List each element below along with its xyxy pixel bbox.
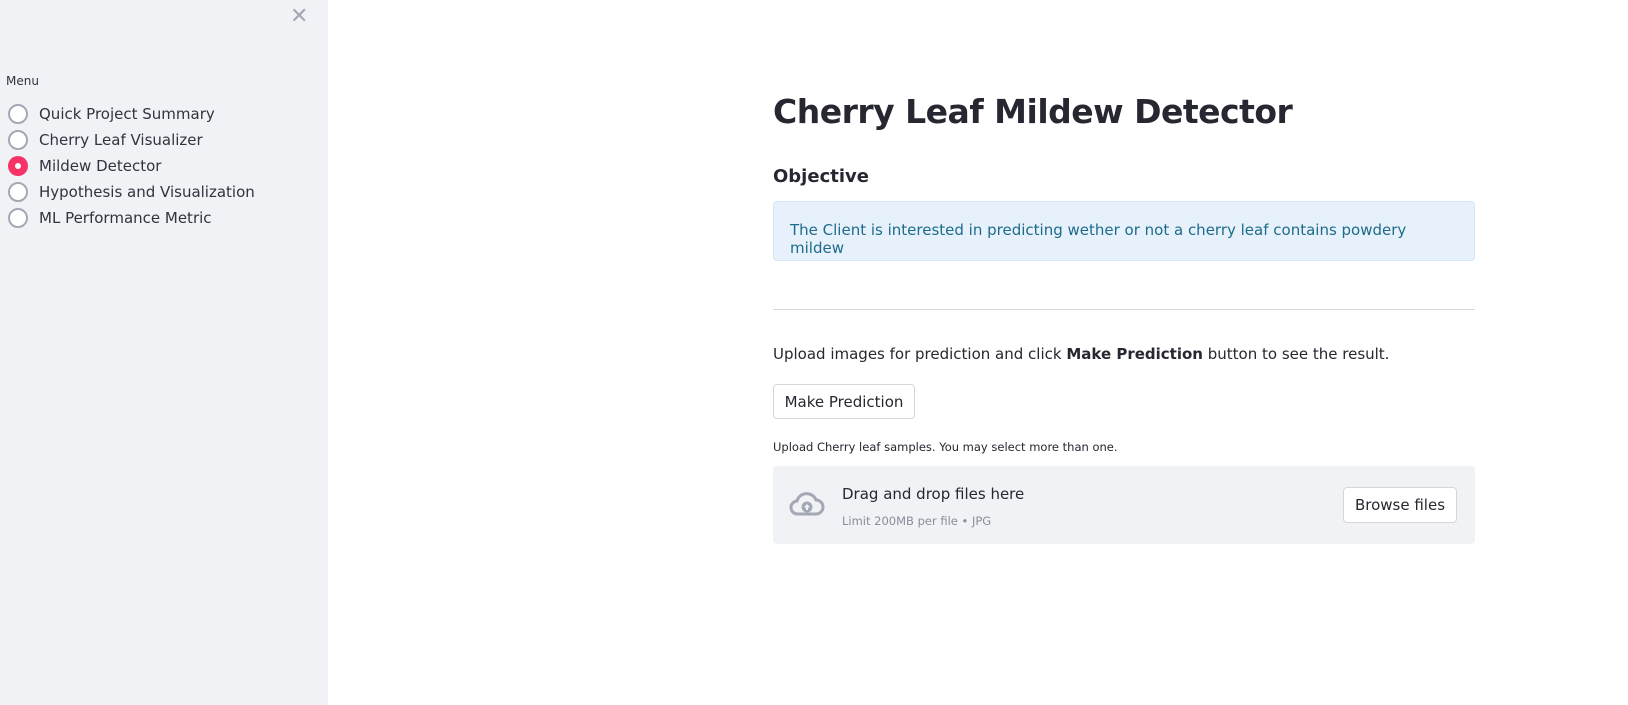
browse-files-button[interactable]: Browse files	[1343, 487, 1457, 523]
menu-item-label: Cherry Leaf Visualizer	[39, 131, 203, 149]
close-sidebar-icon[interactable]: ✕	[290, 4, 308, 29]
instruction-bold: Make Prediction	[1066, 345, 1203, 363]
sidebar: ✕ Menu Quick Project Summary Cherry Leaf…	[0, 0, 328, 705]
menu-label: Menu	[6, 74, 39, 88]
drop-title: Drag and drop files here	[842, 485, 1025, 503]
menu-item-hypothesis[interactable]: Hypothesis and Visualization	[8, 179, 255, 205]
menu-item-quick-project-summary[interactable]: Quick Project Summary	[8, 101, 255, 127]
menu-item-label: Hypothesis and Visualization	[39, 183, 255, 201]
page-title: Cherry Leaf Mildew Detector	[773, 92, 1293, 131]
drop-limit: Limit 200MB per file • JPG	[842, 514, 992, 528]
divider	[773, 309, 1475, 310]
objective-info-box: The Client is interested in predicting w…	[773, 201, 1475, 261]
instruction-pre: Upload images for prediction and click	[773, 345, 1067, 363]
radio-icon	[8, 104, 28, 124]
menu-item-label: Mildew Detector	[39, 157, 162, 175]
menu-item-ml-performance[interactable]: ML Performance Metric	[8, 205, 255, 231]
menu-item-mildew-detector[interactable]: Mildew Detector	[8, 153, 255, 179]
uploader-label: Upload Cherry leaf samples. You may sele…	[773, 440, 1118, 454]
radio-icon	[8, 182, 28, 202]
upload-cloud-icon	[789, 492, 825, 516]
instruction-post: button to see the result.	[1202, 345, 1390, 363]
file-dropzone[interactable]: Drag and drop files here Limit 200MB per…	[773, 466, 1475, 544]
objective-heading: Objective	[773, 166, 869, 187]
menu-item-cherry-leaf-visualizer[interactable]: Cherry Leaf Visualizer	[8, 127, 255, 153]
radio-icon	[8, 208, 28, 228]
menu-item-label: Quick Project Summary	[39, 105, 215, 123]
instruction-text: Upload images for prediction and click M…	[773, 345, 1389, 363]
menu-item-label: ML Performance Metric	[39, 209, 212, 227]
radio-icon	[8, 130, 28, 150]
menu-radio-group: Quick Project Summary Cherry Leaf Visual…	[8, 101, 255, 231]
make-prediction-button[interactable]: Make Prediction	[773, 384, 915, 419]
radio-selected-icon	[8, 156, 28, 176]
